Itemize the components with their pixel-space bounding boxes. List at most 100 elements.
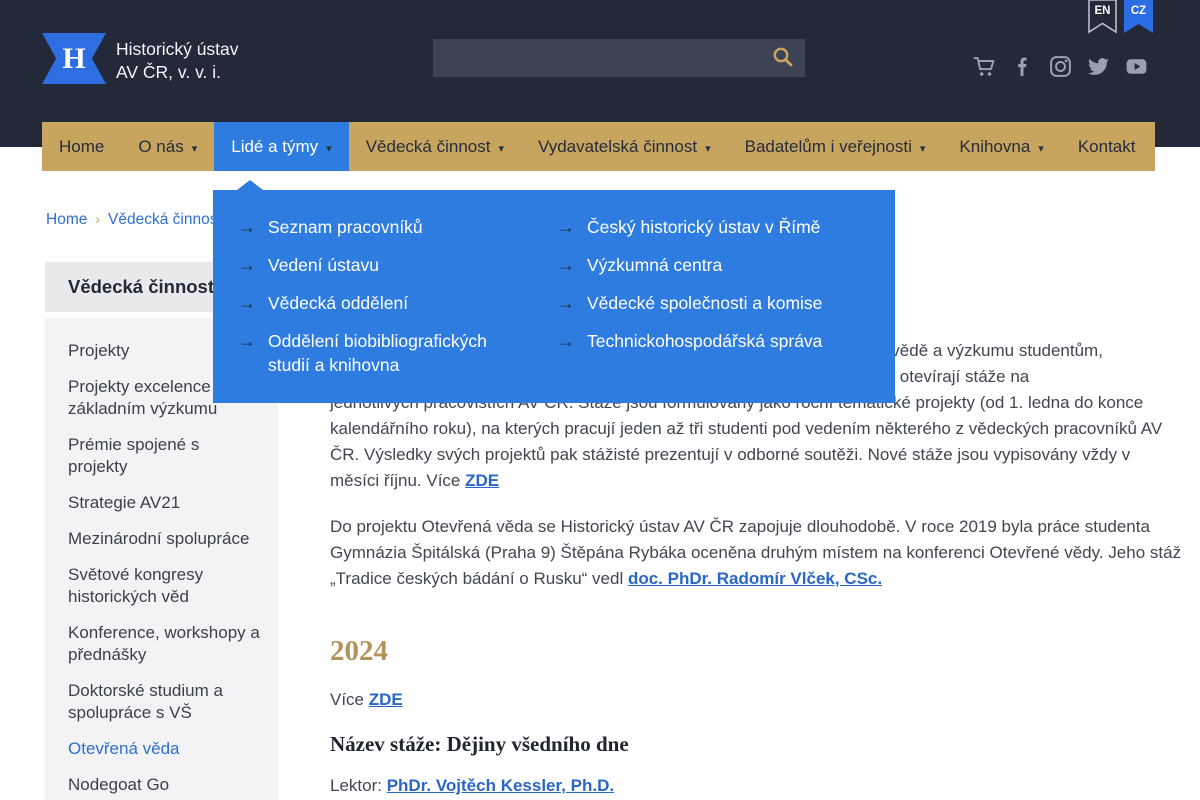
nav-item-o-nas[interactable]: O nás <box>121 122 214 171</box>
paragraph-line: měsíci říjnu. Více ZDE <box>330 468 1160 494</box>
nav-item-kontakt[interactable]: Kontakt <box>1061 122 1153 171</box>
sidebar-item-konference[interactable]: Konference, workshopy a přednášky <box>68 622 260 666</box>
nav-item-badatelum-i-verejnosti[interactable]: Badatelům i veřejnosti <box>728 122 943 171</box>
nav-label: Vědecká činnost <box>366 137 491 157</box>
year-heading: 2024 <box>330 634 1160 668</box>
nav-item-lide-a-tymy[interactable]: Lidé a týmy <box>214 122 348 171</box>
chevron-down-icon <box>1038 137 1044 157</box>
dropdown-label: Vědecké společnosti a komise <box>587 291 822 315</box>
chevron-down-icon <box>192 137 198 157</box>
breadcrumb-home-link[interactable]: Home <box>46 211 87 228</box>
main-content: Projekt Otevřená věda Akademie věd ČR na… <box>330 338 1160 799</box>
search-icon <box>771 57 795 72</box>
nav-item-vedecka-cinnost[interactable]: Vědecká činnost <box>349 122 521 171</box>
dropdown-label: Technickohospodářská správa <box>587 329 822 353</box>
radomir-vlcek-link[interactable]: doc. PhDr. Radomír Vlček, CSc. <box>628 569 882 588</box>
paragraph-line: Gymnázia Špitálská (Praha 9) Štěpána Ryb… <box>330 540 1160 566</box>
language-switch-cz[interactable]: CZ <box>1124 0 1153 34</box>
sidebar-item-otevrena-veda[interactable]: Otevřená věda <box>68 738 260 760</box>
nav-label: Home <box>59 137 104 157</box>
sidebar-item-premie[interactable]: Prémie spojené s projekty <box>68 434 260 478</box>
org-name: Historický ústav AV ČR, v. v. i. <box>116 38 239 84</box>
org-name-line1: Historický ústav <box>116 38 239 61</box>
dropdown-item-technickohospodarska-sprava[interactable]: Technickohospodářská správa <box>557 329 877 353</box>
nav-item-knihovna[interactable]: Knihovna <box>942 122 1060 171</box>
dropdown-item-oddeleni-biobibliografickych-studii[interactable]: Oddělení biobibliografických studií a kn… <box>238 329 557 377</box>
search-bar <box>433 39 805 77</box>
language-en-label: EN <box>1095 5 1111 34</box>
main-navigation: Home O nás Lidé a týmy Vědecká činnost V… <box>42 122 1155 171</box>
paragraph-2: Do projektu Otevřená věda se Historický … <box>330 514 1160 592</box>
social-links <box>972 54 1149 79</box>
dropdown-item-cesky-historicky-ustav-v-rime[interactable]: Český historický ústav v Římě <box>557 215 877 239</box>
chevron-down-icon <box>326 137 332 157</box>
more-line: Více ZDE <box>330 687 1160 713</box>
facebook-icon[interactable] <box>1010 54 1035 79</box>
sidebar-item-mezinarodni-spoluprace[interactable]: Mezinárodní spolupráce <box>68 528 260 550</box>
sidebar-item-nodegoat-go[interactable]: Nodegoat Go <box>68 774 260 796</box>
paragraph-line: Do projektu Otevřená věda se Historický … <box>330 514 1160 540</box>
twitter-icon[interactable] <box>1086 54 1111 79</box>
youtube-icon[interactable] <box>1124 54 1149 79</box>
arrow-right-icon <box>238 253 268 277</box>
more-label: Více <box>330 690 369 709</box>
dropdown-label: Oddělení biobibliografických studií a kn… <box>268 329 533 377</box>
nav-label: Vydavatelská činnost <box>538 137 697 157</box>
paragraph-text: „Tradice českých bádání o Rusku“ vedl <box>330 569 628 588</box>
instagram-icon[interactable] <box>1048 54 1073 79</box>
dropdown-label: Vedení ústavu <box>268 253 379 277</box>
vojtech-kessler-link[interactable]: PhDr. Vojtěch Kessler, Ph.D. <box>387 776 614 795</box>
dropdown-item-vyzkumna-centra[interactable]: Výzkumná centra <box>557 253 877 277</box>
dropdown-item-seznam-pracovniku[interactable]: Seznam pracovníků <box>238 215 557 239</box>
arrow-right-icon <box>238 329 268 377</box>
paragraph-line: „Tradice českých bádání o Rusku“ vedl do… <box>330 566 1160 592</box>
language-switch-en[interactable]: EN <box>1088 0 1117 34</box>
zde-link-1[interactable]: ZDE <box>465 471 499 490</box>
chevron-down-icon <box>920 137 926 157</box>
arrow-right-icon <box>557 291 587 315</box>
internship-title: Název stáže: Dějiny všedního dne <box>330 731 1160 757</box>
cart-icon[interactable] <box>972 54 997 79</box>
dropdown-item-vedeni-ustavu[interactable]: Vedení ústavu <box>238 253 557 277</box>
arrow-right-icon <box>238 291 268 315</box>
nav-item-vydavatelska-cinnost[interactable]: Vydavatelská činnost <box>521 122 728 171</box>
arrow-right-icon <box>557 329 587 353</box>
nav-label: O nás <box>138 137 183 157</box>
nav-label: Kontakt <box>1078 137 1136 157</box>
dropdown-label: Seznam pracovníků <box>268 215 423 239</box>
dropdown-item-vedecke-spolecnosti-a-komise[interactable]: Vědecké společnosti a komise <box>557 291 877 315</box>
sidebar-item-doktorske-studium[interactable]: Doktorské studium a spolupráce s VŠ <box>68 680 260 724</box>
nav-label: Knihovna <box>959 137 1030 157</box>
nav-label: Lidé a týmy <box>231 137 318 157</box>
paragraph-text: měsíci říjnu. Více <box>330 471 465 490</box>
arrow-right-icon <box>557 253 587 277</box>
nav-item-home[interactable]: Home <box>42 122 121 171</box>
dropdown-item-vedecka-oddeleni[interactable]: Vědecká oddělení <box>238 291 557 315</box>
dropdown-label: Český historický ústav v Římě <box>587 215 820 239</box>
dropdown-column-2: Český historický ústav v Římě Výzkumná c… <box>557 215 877 403</box>
arrow-right-icon <box>557 215 587 239</box>
org-name-line2: AV ČR, v. v. i. <box>116 61 239 84</box>
search-button[interactable] <box>769 45 797 71</box>
breadcrumb-section-link[interactable]: Vědecká činnost <box>108 211 222 228</box>
chevron-down-icon <box>705 137 711 157</box>
language-cz-label: CZ <box>1131 5 1146 34</box>
dropdown-label: Výzkumná centra <box>587 253 722 277</box>
breadcrumb: Home › Vědecká činnost <box>46 211 222 229</box>
zde-link-2[interactable]: ZDE <box>369 690 403 709</box>
arrow-right-icon <box>238 215 268 239</box>
paragraph-line: kalendářního roku), na kterých pracují j… <box>330 416 1160 442</box>
sidebar-item-svetove-kongresy[interactable]: Světové kongresy historických věd <box>68 564 260 608</box>
institute-logo[interactable]: H <box>42 33 106 84</box>
sidebar-item-strategie-av21[interactable]: Strategie AV21 <box>68 492 260 514</box>
breadcrumb-separator-icon: › <box>95 211 100 227</box>
dropdown-label: Vědecká oddělení <box>268 291 408 315</box>
lecturer-line: Lektor: PhDr. Vojtěch Kessler, Ph.D. <box>330 773 1160 799</box>
logo-letter: H <box>62 42 85 76</box>
dropdown-column-1: Seznam pracovníků Vedení ústavu Vědecká … <box>238 215 557 403</box>
search-input[interactable] <box>433 39 805 77</box>
lecturer-label: Lektor: <box>330 776 387 795</box>
paragraph-line: ČR. Výsledky svých projektů pak stážisté… <box>330 442 1160 468</box>
nav-label: Badatelům i veřejnosti <box>745 137 912 157</box>
dropdown-menu-lide-a-tymy: Seznam pracovníků Vedení ústavu Vědecká … <box>213 190 895 403</box>
